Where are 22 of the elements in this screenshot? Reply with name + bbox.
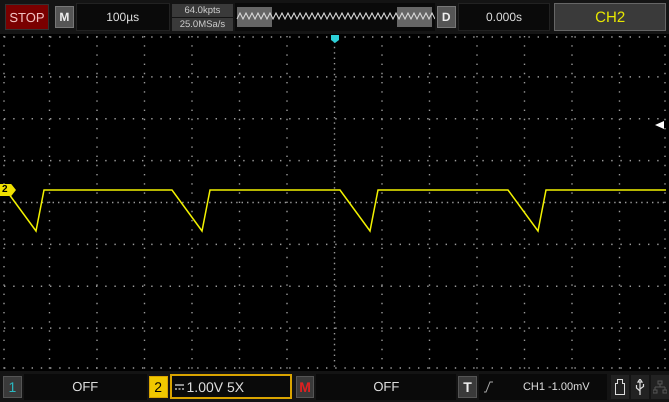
network-icon [652,380,667,394]
trigger-key[interactable]: T [458,376,477,398]
usb-drive-icon [614,378,625,394]
dc-coupling-icon [174,384,184,390]
trigger-level-arrow-icon [655,121,664,129]
channel-1-key[interactable]: 1 [3,376,22,398]
menu-key[interactable]: M [54,6,74,28]
channel-marker[interactable]: 2 [0,184,16,196]
memory-depth: 64.0kpts [172,4,234,16]
channel-2-key[interactable]: 2 [148,376,168,398]
trigger-delay-readout: 0.000s [458,3,550,31]
sample-rate: 25.0MSa/s [172,18,234,30]
timebase-readout: 100µs [76,3,170,31]
channel-1-status: OFF [24,374,147,400]
active-channel-button[interactable]: CH2 [554,3,666,31]
usb-icon [634,378,645,394]
rising-edge-icon [484,380,493,392]
trigger-info: CH1 -1.00mV [522,380,590,392]
delay-key[interactable]: D [436,6,456,28]
run-stop-button[interactable]: STOP [5,4,49,30]
channel-2-scale: 1.00V 5X [186,378,244,394]
math-status: OFF [316,374,456,400]
